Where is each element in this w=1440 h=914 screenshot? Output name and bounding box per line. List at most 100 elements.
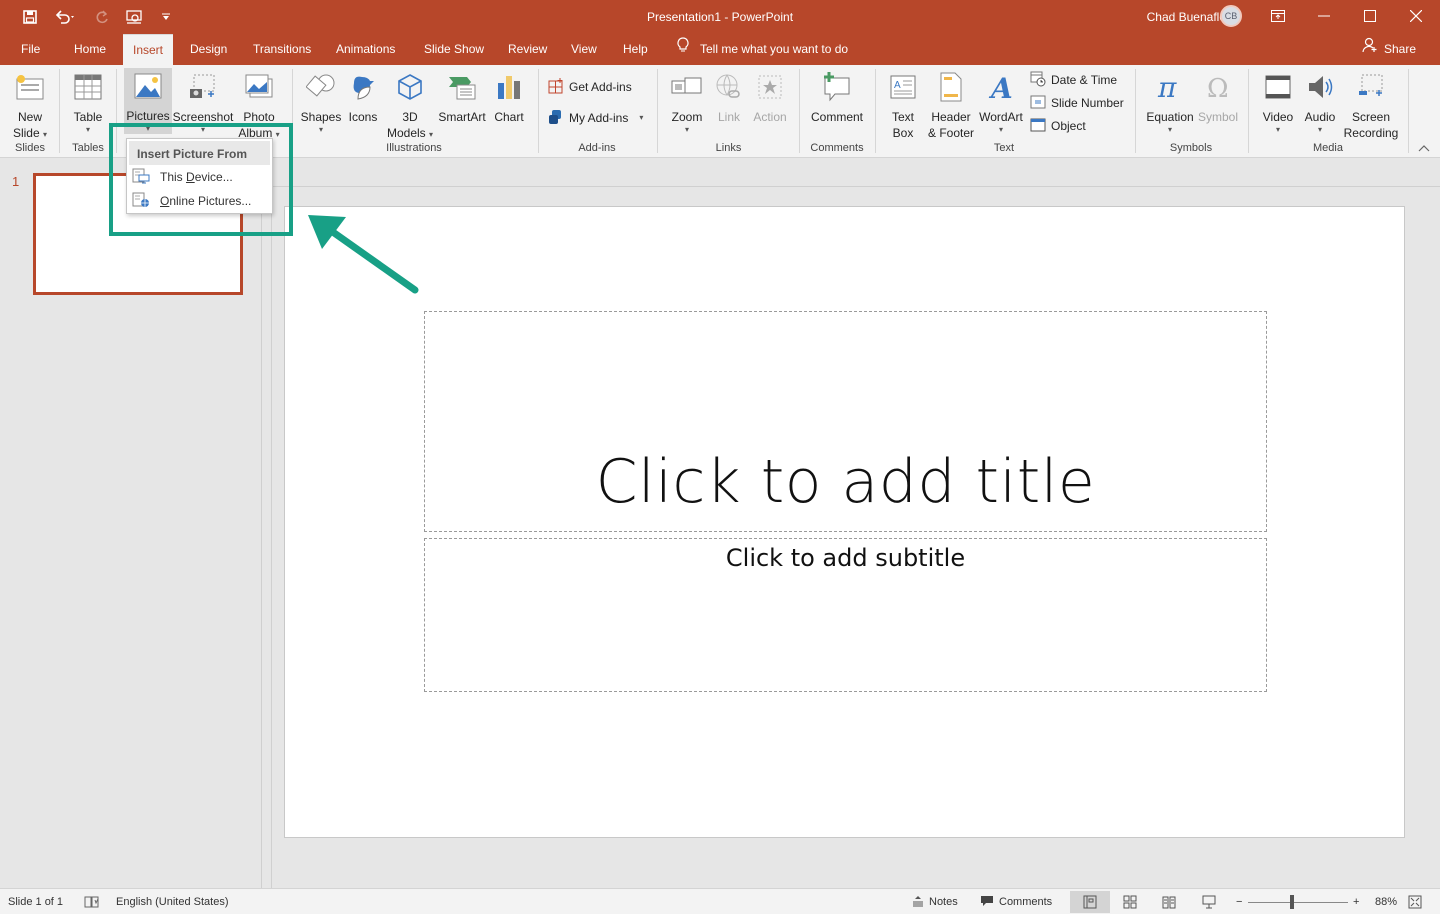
accessibility-checker-icon[interactable] [84, 889, 100, 914]
slide-sorter-button[interactable] [1110, 891, 1150, 913]
new-slide-icon [13, 69, 47, 105]
action-star-icon [753, 69, 787, 105]
icons-label: Icons [348, 110, 378, 124]
link-icon [712, 69, 746, 105]
collapse-ribbon-icon[interactable] [1418, 144, 1430, 155]
smartart-button[interactable]: SmartArt [436, 69, 488, 125]
wordart-label: WordArt [979, 110, 1023, 124]
chevron-down-icon: ▾ [684, 125, 689, 134]
annotation-arrow [308, 215, 419, 294]
audio-label: Audio [1304, 110, 1336, 124]
share-label: Share [1383, 42, 1416, 56]
slide-number-button[interactable]: Slide Number [1030, 93, 1124, 113]
status-bar: Slide 1 of 1 English (United States) Not… [0, 888, 1440, 914]
store-icon [548, 77, 564, 97]
zoom-slide-icon [670, 69, 704, 105]
shapes-button[interactable]: Shapes ▾ [300, 69, 342, 135]
user-name[interactable]: Chad Buenaflor [1147, 10, 1230, 24]
tab-animations[interactable]: Animations [326, 34, 405, 65]
slide-number: 1 [12, 174, 20, 189]
svg-text:π: π [1157, 73, 1177, 101]
svg-text:A: A [894, 80, 901, 91]
equation-button[interactable]: π Equation ▾ [1143, 69, 1197, 135]
reading-view-button[interactable] [1149, 891, 1189, 913]
group-label-comments: Comments [810, 142, 864, 154]
slide-canvas[interactable]: Click to add title Click to add subtitle [284, 206, 1405, 838]
avatar[interactable]: CB [1220, 5, 1242, 27]
3d-models-button[interactable]: 3D Models ▾ [384, 69, 436, 141]
my-addins-button[interactable]: My Add-ins ▾ [548, 108, 643, 128]
chart-icon [492, 69, 526, 105]
zoom-slider-thumb[interactable] [1290, 895, 1294, 909]
slide-show-button[interactable] [1189, 891, 1229, 913]
zoom-percent[interactable]: 88% [1375, 889, 1397, 914]
ribbon-display-options-icon[interactable] [1266, 5, 1290, 27]
object-label: Object [1051, 119, 1086, 133]
zoom-in-button[interactable]: + [1353, 889, 1359, 914]
header-footer-button[interactable]: Header & Footer [924, 69, 978, 141]
tell-me-search[interactable]: Tell me what you want to do [676, 34, 848, 65]
header-footer-icon [934, 69, 968, 105]
group-divider [1248, 69, 1249, 153]
audio-button[interactable]: Audio ▾ [1300, 69, 1340, 135]
text-box-button[interactable]: A Text Box [884, 69, 922, 141]
action-button[interactable]: Action [750, 69, 790, 125]
icons-icon [346, 69, 380, 105]
chart-button[interactable]: Chart [490, 69, 528, 125]
comments-button[interactable]: Comments [980, 889, 1052, 914]
chevron-down-icon: ▾ [639, 113, 644, 122]
zoom-button[interactable]: Zoom ▾ [667, 69, 707, 135]
tab-home[interactable]: Home [64, 34, 116, 65]
title-placeholder[interactable]: Click to add title [424, 311, 1267, 532]
slide-number-icon [1030, 94, 1046, 113]
3d-cube-icon [393, 69, 427, 105]
pictures-label: Pictures [126, 109, 170, 123]
zoom-slider-track[interactable] [1248, 902, 1348, 903]
shapes-icon [304, 69, 338, 105]
group-label-slides: Slides [15, 142, 45, 154]
wordart-button[interactable]: A WordArt ▾ [978, 69, 1024, 135]
fit-to-window-button[interactable] [1408, 889, 1422, 914]
table-button[interactable]: Table ▾ [66, 69, 110, 135]
zoom-label: Zoom [671, 110, 703, 124]
language-indicator[interactable]: English (United States) [116, 889, 229, 914]
chevron-down-icon: ▾ [1167, 125, 1172, 134]
minimize-icon[interactable] [1312, 5, 1336, 27]
video-button[interactable]: Video ▾ [1258, 69, 1298, 135]
chevron-down-icon: ▾ [429, 130, 434, 139]
action-label: Action [753, 110, 787, 124]
get-addins-button[interactable]: Get Add-ins [548, 77, 632, 97]
symbol-label: Symbol [1197, 110, 1238, 124]
notes-button[interactable]: Notes [912, 889, 958, 914]
tab-review[interactable]: Review [498, 34, 557, 65]
tab-design[interactable]: Design [180, 34, 237, 65]
symbol-button[interactable]: Ω Symbol [1197, 69, 1239, 125]
comment-icon [820, 69, 854, 105]
normal-view-icon [1083, 895, 1097, 909]
maximize-icon[interactable] [1358, 5, 1382, 27]
comment-button[interactable]: Comment [807, 69, 867, 125]
new-slide-button[interactable]: New Slide ▾ [8, 69, 52, 141]
tab-insert[interactable]: Insert [123, 34, 174, 65]
tab-help[interactable]: Help [613, 34, 658, 65]
tab-slide-show[interactable]: Slide Show [414, 34, 494, 65]
chevron-down-icon: ▾ [1317, 125, 1322, 134]
link-button[interactable]: Link [710, 69, 748, 125]
subtitle-placeholder[interactable]: Click to add subtitle [424, 538, 1267, 692]
arrow-head [308, 215, 346, 249]
tab-transitions[interactable]: Transitions [243, 34, 321, 65]
close-icon[interactable] [1404, 5, 1428, 27]
icons-button[interactable]: Icons [344, 69, 382, 125]
tab-file[interactable]: File [11, 34, 50, 65]
normal-view-button[interactable] [1070, 891, 1110, 913]
screen-recording-button[interactable]: Screen Recording [1341, 69, 1401, 141]
share-button[interactable]: Share [1362, 34, 1416, 65]
shapes-label: Shapes [300, 110, 342, 124]
object-button[interactable]: Object [1030, 116, 1086, 136]
chevron-down-icon: ▾ [318, 125, 323, 134]
tab-view[interactable]: View [561, 34, 607, 65]
new-slide-label-1: New [17, 110, 42, 124]
zoom-out-button[interactable]: − [1236, 889, 1242, 914]
chevron-down-icon: ▾ [43, 130, 48, 139]
date-time-button[interactable]: Date & Time [1030, 70, 1117, 90]
